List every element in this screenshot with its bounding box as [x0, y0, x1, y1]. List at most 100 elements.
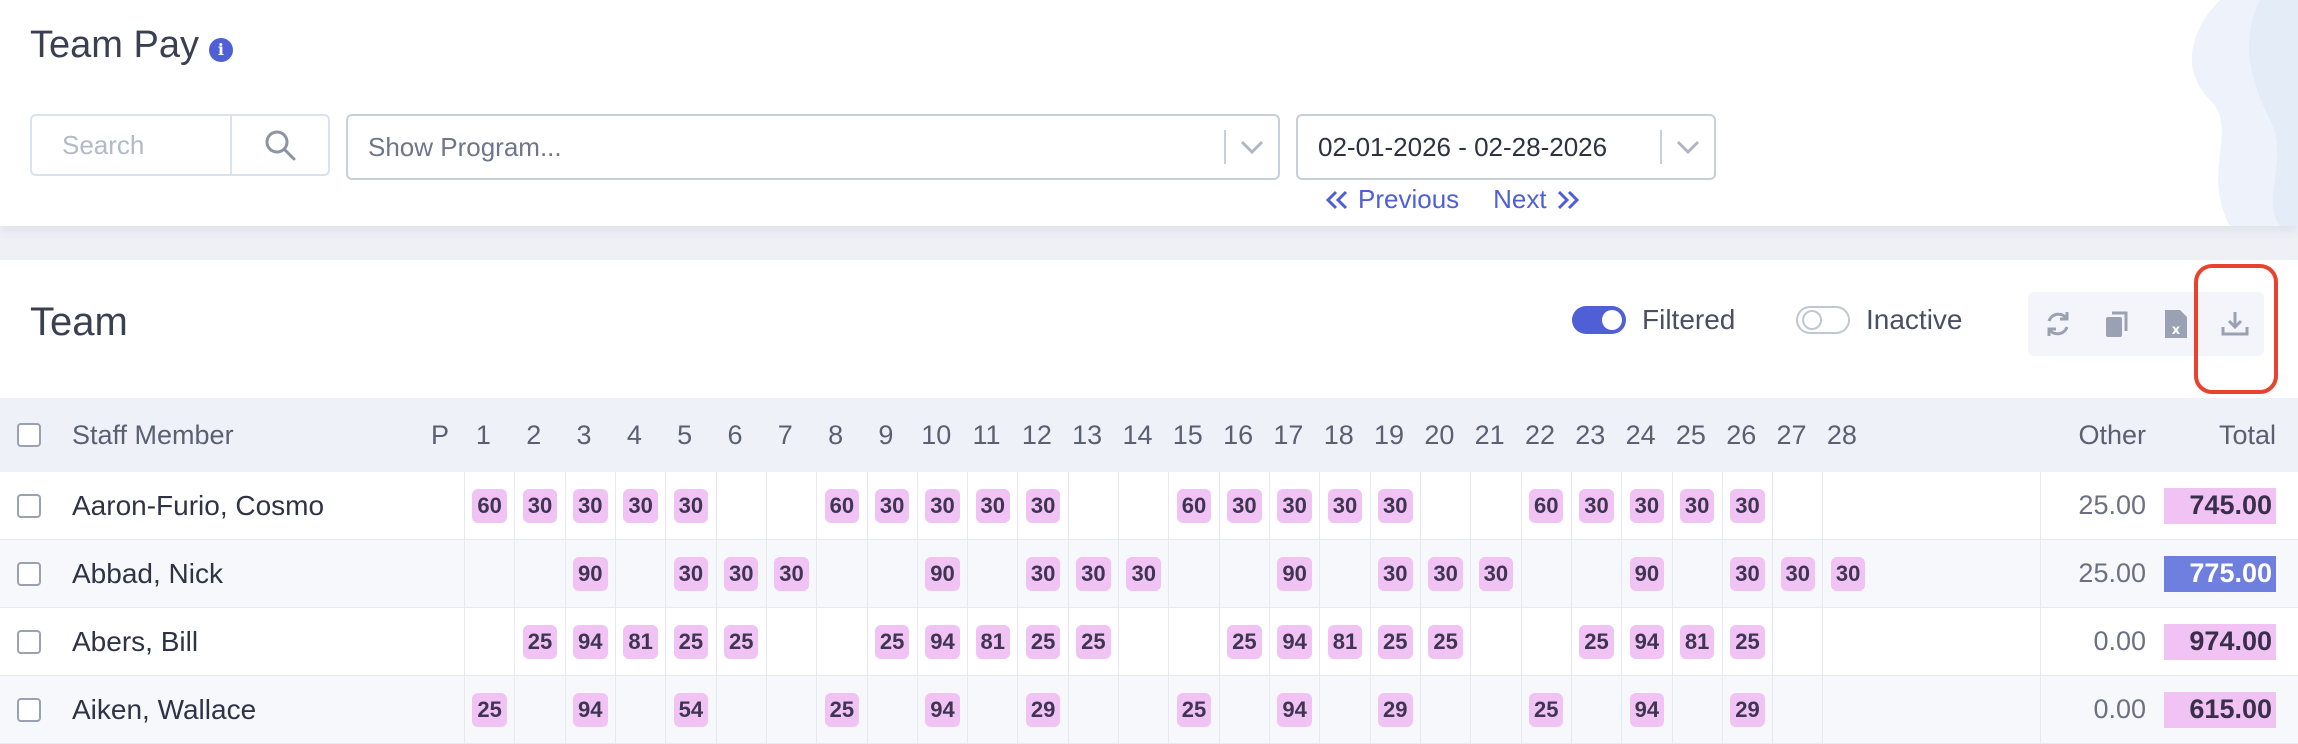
day-header[interactable]: 14 — [1118, 398, 1157, 472]
date-range-select[interactable]: 02-01-2026 - 02-28-2026 — [1296, 114, 1716, 180]
staff-name-cell[interactable]: Abbad, Nick — [72, 540, 412, 607]
day-cell[interactable] — [1319, 540, 1369, 607]
day-cell[interactable] — [614, 676, 665, 743]
total-amount-cell[interactable]: 974.00 — [2160, 608, 2276, 675]
day-cell[interactable]: 94 — [1621, 676, 1671, 743]
filtered-switch[interactable] — [1572, 306, 1626, 334]
total-amount-cell[interactable]: 745.00 — [2160, 472, 2276, 539]
day-cell[interactable] — [614, 540, 665, 607]
day-cell[interactable]: 25 — [464, 676, 514, 743]
day-cell[interactable] — [1218, 540, 1269, 607]
day-cell[interactable]: 30 — [665, 472, 715, 539]
day-cell[interactable]: 60 — [464, 472, 514, 539]
day-header[interactable]: 20 — [1420, 398, 1459, 472]
day-cell[interactable] — [1822, 472, 1872, 539]
select-all-checkbox[interactable] — [17, 423, 41, 447]
day-cell[interactable]: 94 — [1269, 608, 1319, 675]
day-header[interactable]: 2 — [514, 398, 553, 472]
day-header[interactable]: 8 — [816, 398, 855, 472]
day-cell[interactable]: 94 — [564, 676, 615, 743]
day-cell[interactable] — [765, 676, 816, 743]
copy-button[interactable] — [2087, 292, 2146, 356]
day-cell[interactable] — [1168, 540, 1218, 607]
previous-link[interactable]: Previous — [1326, 184, 1459, 215]
day-cell[interactable]: 94 — [1621, 608, 1671, 675]
day-header[interactable]: 21 — [1470, 398, 1509, 472]
day-cell[interactable]: 25 — [514, 608, 564, 675]
day-cell[interactable]: 54 — [665, 676, 715, 743]
day-cell[interactable]: 81 — [614, 608, 665, 675]
day-header[interactable]: 25 — [1672, 398, 1711, 472]
day-cell[interactable] — [765, 608, 816, 675]
day-cell[interactable]: 25 — [665, 608, 715, 675]
search-input[interactable] — [32, 116, 230, 174]
day-cell[interactable] — [967, 676, 1017, 743]
day-cell[interactable] — [464, 540, 514, 607]
day-cell[interactable]: 30 — [564, 472, 615, 539]
day-cell[interactable]: 25 — [1017, 608, 1067, 675]
day-cell[interactable] — [715, 472, 766, 539]
day-cell[interactable] — [1168, 608, 1218, 675]
day-cell[interactable]: 25 — [1218, 608, 1269, 675]
table-row[interactable]: Abers, Bill 25 94 81 25 25 25 94 81 25 25 25 94 81 25 2… — [0, 608, 2298, 676]
day-cell[interactable] — [1772, 676, 1822, 743]
row-checkbox[interactable] — [17, 493, 41, 518]
total-amount-cell[interactable]: 775.00 — [2160, 540, 2276, 607]
day-cell[interactable]: 30 — [916, 472, 967, 539]
day-cell[interactable] — [1118, 676, 1168, 743]
day-cell[interactable]: 90 — [564, 540, 615, 607]
filtered-toggle[interactable]: Filtered — [1572, 304, 1735, 336]
inactive-toggle[interactable]: Inactive — [1796, 304, 1963, 336]
day-header[interactable]: 3 — [565, 398, 604, 472]
day-cell[interactable]: 30 — [1621, 472, 1671, 539]
day-cell[interactable]: 29 — [1721, 676, 1772, 743]
day-cell[interactable]: 30 — [1319, 472, 1369, 539]
day-header[interactable]: 22 — [1521, 398, 1560, 472]
day-cell[interactable] — [1671, 676, 1722, 743]
total-amount-cell[interactable]: 615.00 — [2160, 676, 2276, 743]
day-cell[interactable]: 30 — [514, 472, 564, 539]
inactive-switch[interactable] — [1796, 306, 1850, 334]
day-cell[interactable] — [1470, 676, 1520, 743]
day-cell[interactable]: 30 — [866, 472, 917, 539]
day-cell[interactable] — [1067, 472, 1118, 539]
day-cell[interactable]: 30 — [967, 472, 1017, 539]
day-cell[interactable] — [1470, 608, 1520, 675]
day-cell[interactable] — [514, 540, 564, 607]
day-cell[interactable]: 29 — [1017, 676, 1067, 743]
day-cell[interactable]: 60 — [816, 472, 866, 539]
other-header[interactable]: Other — [2040, 398, 2146, 472]
day-cell[interactable] — [765, 472, 816, 539]
table-row[interactable]: Abbad, Nick 90 30 30 30 90 30 30 30 90 30 30 30 90 30 3… — [0, 540, 2298, 608]
day-header[interactable]: 12 — [1017, 398, 1056, 472]
day-cell[interactable]: 30 — [765, 540, 816, 607]
day-cell[interactable]: 60 — [1520, 472, 1571, 539]
day-cell[interactable]: 30 — [1218, 472, 1269, 539]
day-cell[interactable]: 25 — [816, 676, 866, 743]
day-cell[interactable] — [1218, 676, 1269, 743]
day-cell[interactable]: 30 — [1269, 472, 1319, 539]
day-cell[interactable]: 81 — [967, 608, 1017, 675]
day-header[interactable]: 28 — [1822, 398, 1861, 472]
row-checkbox[interactable] — [17, 697, 41, 722]
day-cell[interactable] — [1319, 676, 1369, 743]
day-cell[interactable]: 30 — [715, 540, 766, 607]
day-header[interactable]: 27 — [1772, 398, 1811, 472]
day-cell[interactable] — [1822, 676, 1872, 743]
day-header[interactable]: 6 — [716, 398, 755, 472]
day-header[interactable]: 4 — [615, 398, 654, 472]
staff-name-cell[interactable]: Abers, Bill — [72, 608, 412, 675]
day-cell[interactable] — [1470, 472, 1520, 539]
day-header[interactable]: 5 — [665, 398, 704, 472]
day-cell[interactable]: 30 — [1067, 540, 1118, 607]
day-header[interactable]: 18 — [1319, 398, 1358, 472]
day-cell[interactable]: 81 — [1319, 608, 1369, 675]
day-cell[interactable]: 25 — [1721, 608, 1772, 675]
day-cell[interactable]: 25 — [866, 608, 917, 675]
program-select[interactable]: Show Program... — [346, 114, 1280, 180]
row-checkbox[interactable] — [17, 561, 41, 586]
day-cell[interactable]: 90 — [916, 540, 967, 607]
day-cell[interactable]: 30 — [1721, 472, 1772, 539]
day-cell[interactable] — [967, 540, 1017, 607]
staff-name-cell[interactable]: Aaron-Furio, Cosmo — [72, 472, 412, 539]
